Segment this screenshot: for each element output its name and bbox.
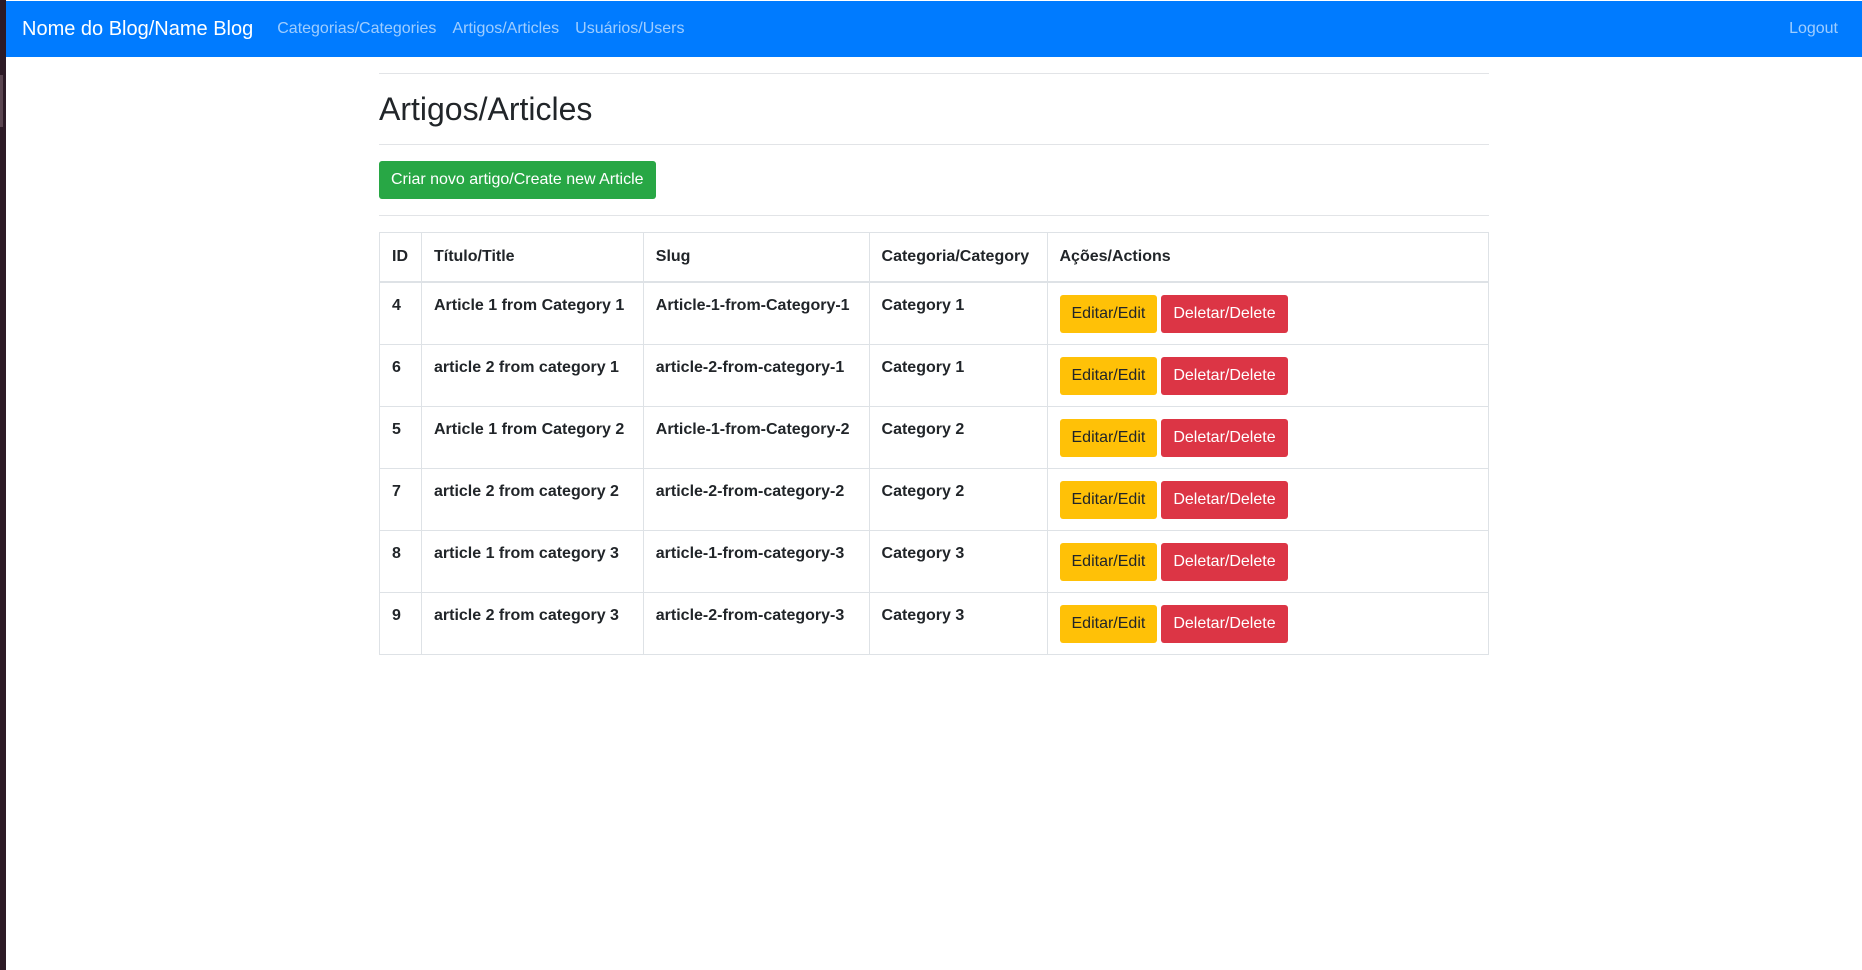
edit-button[interactable]: Editar/Edit [1059, 604, 1158, 643]
delete-button[interactable]: Deletar/Delete [1161, 542, 1288, 581]
cell-actions: Editar/Edit Deletar/Delete [1046, 281, 1489, 345]
logout-link[interactable]: Logout [1789, 20, 1838, 38]
cell-category: Category 2 [868, 467, 1048, 531]
edit-button[interactable]: Editar/Edit [1059, 480, 1158, 519]
cell-slug: article-1-from-category-3 [642, 529, 870, 593]
table-row: 9 article 2 from category 3 article-2-fr… [379, 591, 1489, 655]
cell-title: article 1 from category 3 [420, 529, 644, 593]
left-edge-marker [0, 75, 3, 127]
nav-link-articles[interactable]: Artigos/Articles [452, 20, 559, 38]
cell-slug: article-2-from-category-1 [642, 343, 870, 407]
cell-category: Category 1 [868, 281, 1048, 345]
create-article-button[interactable]: Criar novo artigo/Create new Article [379, 161, 656, 200]
cell-id: 8 [379, 529, 422, 593]
cell-slug: article-2-from-category-3 [642, 591, 870, 655]
cell-title: article 2 from category 3 [420, 591, 644, 655]
edit-button[interactable]: Editar/Edit [1059, 295, 1158, 334]
cell-id: 4 [379, 281, 422, 345]
edit-button[interactable]: Editar/Edit [1059, 356, 1158, 395]
cell-slug: Article-1-from-Category-1 [642, 281, 870, 345]
delete-button[interactable]: Deletar/Delete [1161, 418, 1288, 457]
cell-title: Article 1 from Category 2 [420, 405, 644, 469]
cell-id: 6 [379, 343, 422, 407]
cell-actions: Editar/Edit Deletar/Delete [1046, 405, 1489, 469]
cell-title: article 2 from category 2 [420, 467, 644, 531]
cell-actions: Editar/Edit Deletar/Delete [1046, 591, 1489, 655]
cell-category: Category 3 [868, 591, 1048, 655]
delete-button[interactable]: Deletar/Delete [1161, 480, 1288, 519]
delete-button[interactable]: Deletar/Delete [1161, 295, 1288, 334]
cell-id: 7 [379, 467, 422, 531]
delete-button[interactable]: Deletar/Delete [1161, 604, 1288, 643]
table-row: 6 article 2 from category 1 article-2-fr… [379, 343, 1489, 407]
main-container: Artigos/Articles Criar novo artigo/Creat… [379, 57, 1489, 655]
nav-link-categories[interactable]: Categorias/Categories [277, 20, 436, 38]
divider-top [379, 73, 1489, 74]
table-header-row: ID Título/Title Slug Categoria/Category … [379, 232, 1489, 284]
edit-button[interactable]: Editar/Edit [1059, 542, 1158, 581]
header-slug: Slug [642, 232, 870, 284]
cell-id: 9 [379, 591, 422, 655]
nav-link-users[interactable]: Usuários/Users [575, 20, 684, 38]
table-row: 5 Article 1 from Category 2 Article-1-fr… [379, 405, 1489, 469]
navbar: Nome do Blog/Name Blog Categorias/Catego… [6, 1, 1862, 57]
table-row: 4 Article 1 from Category 1 Article-1-fr… [379, 281, 1489, 345]
cell-category: Category 1 [868, 343, 1048, 407]
cell-actions: Editar/Edit Deletar/Delete [1046, 529, 1489, 593]
left-window-edge [0, 0, 6, 970]
page-title: Artigos/Articles [379, 91, 593, 127]
divider-button [379, 215, 1489, 217]
cell-category: Category 3 [868, 529, 1048, 593]
cell-actions: Editar/Edit Deletar/Delete [1046, 343, 1489, 407]
cell-category: Category 2 [868, 405, 1048, 469]
navbar-brand[interactable]: Nome do Blog/Name Blog [22, 18, 253, 41]
delete-button[interactable]: Deletar/Delete [1161, 356, 1288, 395]
cell-title: Article 1 from Category 1 [420, 281, 644, 345]
table-row: 7 article 2 from category 2 article-2-fr… [379, 467, 1489, 531]
header-category: Categoria/Category [868, 232, 1048, 284]
divider-title [379, 144, 1489, 146]
header-id: ID [379, 232, 422, 284]
cell-slug: Article-1-from-Category-2 [642, 405, 870, 469]
cell-slug: article-2-from-category-2 [642, 467, 870, 531]
header-actions: Ações/Actions [1046, 232, 1489, 284]
cell-id: 5 [379, 405, 422, 469]
cell-title: article 2 from category 1 [420, 343, 644, 407]
articles-table: ID Título/Title Slug Categoria/Category … [379, 232, 1489, 655]
cell-actions: Editar/Edit Deletar/Delete [1046, 467, 1489, 531]
edit-button[interactable]: Editar/Edit [1059, 418, 1158, 457]
header-title: Título/Title [420, 232, 644, 284]
table-row: 8 article 1 from category 3 article-1-fr… [379, 529, 1489, 593]
